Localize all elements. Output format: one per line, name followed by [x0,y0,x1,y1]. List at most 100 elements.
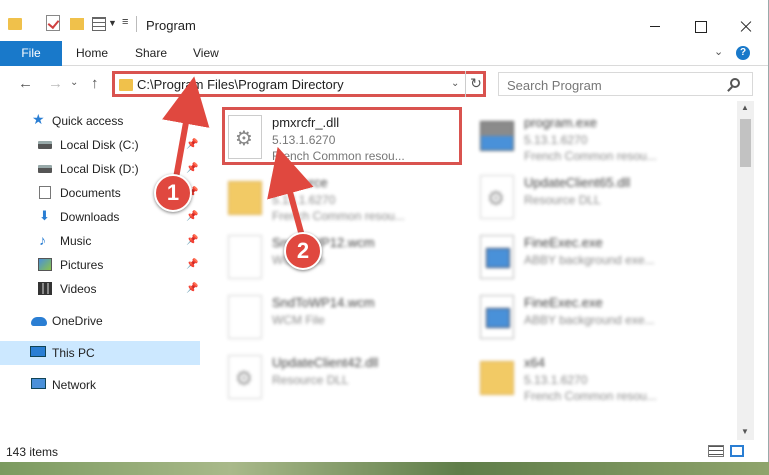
sidebar-item-label: Pictures [60,258,104,272]
details-view-icon[interactable] [708,445,724,457]
dll-gear-icon [228,355,262,399]
tab-view[interactable]: View [193,41,219,66]
file-item-sndtowp14-wcm[interactable]: SndToWP14.wcm WCM File [224,289,464,347]
sidebar-item-local-disk-c[interactable]: Local Disk (C:) 📌 [0,133,200,157]
folder-icon [119,79,133,91]
vertical-scrollbar[interactable]: ▲ ▼ [737,101,754,440]
status-bar: 143 items [0,440,768,462]
folder-icon [8,18,22,30]
sidebar-item-music[interactable]: ♪ Music 📌 [0,229,200,253]
sidebar-item-label: Videos [60,282,97,296]
file-name: UpdateClient42.dll [272,355,379,370]
maximize-button[interactable] [676,12,722,40]
scrollbar-thumb[interactable] [740,119,751,167]
file-type: WCM File [272,313,325,327]
sidebar-item-label: Quick access [52,114,124,128]
pin-icon[interactable]: 📌 [186,163,198,174]
file-name: UpdateClient65.dll [524,175,631,190]
pin-icon[interactable]: 📌 [186,139,198,150]
new-folder-icon[interactable] [70,18,84,30]
minimize-button[interactable] [630,12,676,40]
program-icon [480,121,514,151]
address-bar[interactable]: C:\Program Files\Program Directory ⌄ ↻ [112,71,486,97]
dll-gear-icon [480,175,514,219]
chevron-down-icon[interactable]: ▼ [108,18,117,28]
sidebar-item-onedrive[interactable]: OneDrive [0,309,200,333]
window-title: Program [146,18,196,33]
forward-arrow-icon[interactable]: → [48,75,63,92]
address-dropdown-icon[interactable]: ⌄ [451,78,459,89]
file-type: Resource DLL [272,373,349,387]
search-placeholder: Search Program [507,78,602,93]
drive-icon [38,165,52,173]
file-name: FineExec.exe [524,295,603,310]
drive-icon [38,141,52,149]
pin-icon[interactable]: 📌 [186,235,198,246]
search-input[interactable]: Search Program [498,72,753,96]
up-arrow-icon[interactable]: ↑ [91,75,99,92]
pin-icon[interactable]: 📌 [186,211,198,222]
file-item-updateclient65-dll[interactable]: UpdateClient65.dll Resource DLL [476,169,716,227]
help-icon[interactable]: ? [736,46,750,60]
sidebar-item-this-pc[interactable]: This PC [0,341,200,365]
search-icon[interactable] [730,78,740,88]
navigation-bar: ← → ⌄ ↑ C:\Program Files\Program Directo… [0,67,768,101]
tab-home[interactable]: Home [76,41,108,66]
cloud-icon [31,317,47,326]
file-item-resource[interactable]: Resource 5.13.1.6270 French Common resou… [224,169,464,227]
file-type: Resource DLL [524,193,601,207]
folder-icon [228,181,262,215]
scroll-up-icon[interactable]: ▲ [741,103,749,112]
file-description: French Common resou... [524,149,657,163]
file-item-fineexec-exe-2[interactable]: FineExec.exe ABBY background exe... [476,289,716,347]
customize-toolbar-icon[interactable]: ≡ [122,16,128,28]
sidebar-item-label: Local Disk (C:) [60,138,139,152]
refresh-icon[interactable]: ↻ [465,71,486,97]
file-description: French Common resou... [272,209,405,223]
document-icon [39,186,51,199]
properties-icon[interactable] [92,17,106,31]
scroll-down-icon[interactable]: ▼ [741,427,749,436]
navigation-pane: ★ Quick access Local Disk (C:) 📌 Local D… [0,101,200,440]
highlight-box [222,107,462,165]
title-divider [136,16,137,32]
sidebar-item-label: Documents [60,186,121,200]
sidebar-item-videos[interactable]: Videos 📌 [0,277,200,301]
sidebar-item-quick-access[interactable]: ★ Quick access [0,109,200,133]
tab-file[interactable]: File [0,41,62,66]
pin-icon[interactable]: 📌 [186,259,198,270]
document-icon [228,235,262,279]
expand-ribbon-icon[interactable]: ⌄ [714,45,723,58]
sidebar-item-label: This PC [52,346,95,360]
file-item-x64[interactable]: x64 5.13.1.6270 French Common resou... [476,349,716,407]
file-item-sndtowp12-wcm[interactable]: SndToWP12.wcm WCM File [224,229,464,287]
tab-share[interactable]: Share [135,41,167,66]
file-item-fineexec-exe[interactable]: FineExec.exe ABBY background exe... [476,229,716,287]
download-arrow-icon: ⬇ [39,208,50,223]
pin-icon[interactable]: 📌 [186,283,198,294]
file-name: SndToWP14.wcm [272,295,375,310]
close-button[interactable] [722,12,768,40]
title-bar: ▼ ≡ Program [0,0,768,40]
sidebar-item-network[interactable]: Network [0,373,200,397]
file-description: ABBY background exe... [524,253,655,267]
music-note-icon: ♪ [39,232,46,248]
back-arrow-icon[interactable]: ← [18,75,33,92]
star-icon: ★ [32,111,45,127]
sidebar-item-label: Network [52,378,97,392]
file-item-program-exe[interactable]: program.exe 5.13.1.6270 French Common re… [476,109,716,167]
item-count: 143 items [6,445,59,459]
address-path[interactable]: C:\Program Files\Program Directory [137,77,344,92]
application-icon [480,235,514,279]
file-version: 5.13.1.6270 [524,133,588,147]
properties-check-icon[interactable] [46,15,60,31]
file-item-updateclient42-dll[interactable]: UpdateClient42.dll Resource DLL [224,349,464,407]
file-version: 5.13.1.6270 [524,373,588,387]
sidebar-item-label: Downloads [60,210,120,224]
ribbon-tabs: File Home Share View ⌄ ? [0,41,768,66]
recent-locations-chevron-icon[interactable]: ⌄ [70,77,78,88]
folder-icon [480,361,514,395]
sidebar-item-pictures[interactable]: Pictures 📌 [0,253,200,277]
large-icons-view-icon[interactable] [730,445,744,457]
file-name: Resource [272,175,328,190]
